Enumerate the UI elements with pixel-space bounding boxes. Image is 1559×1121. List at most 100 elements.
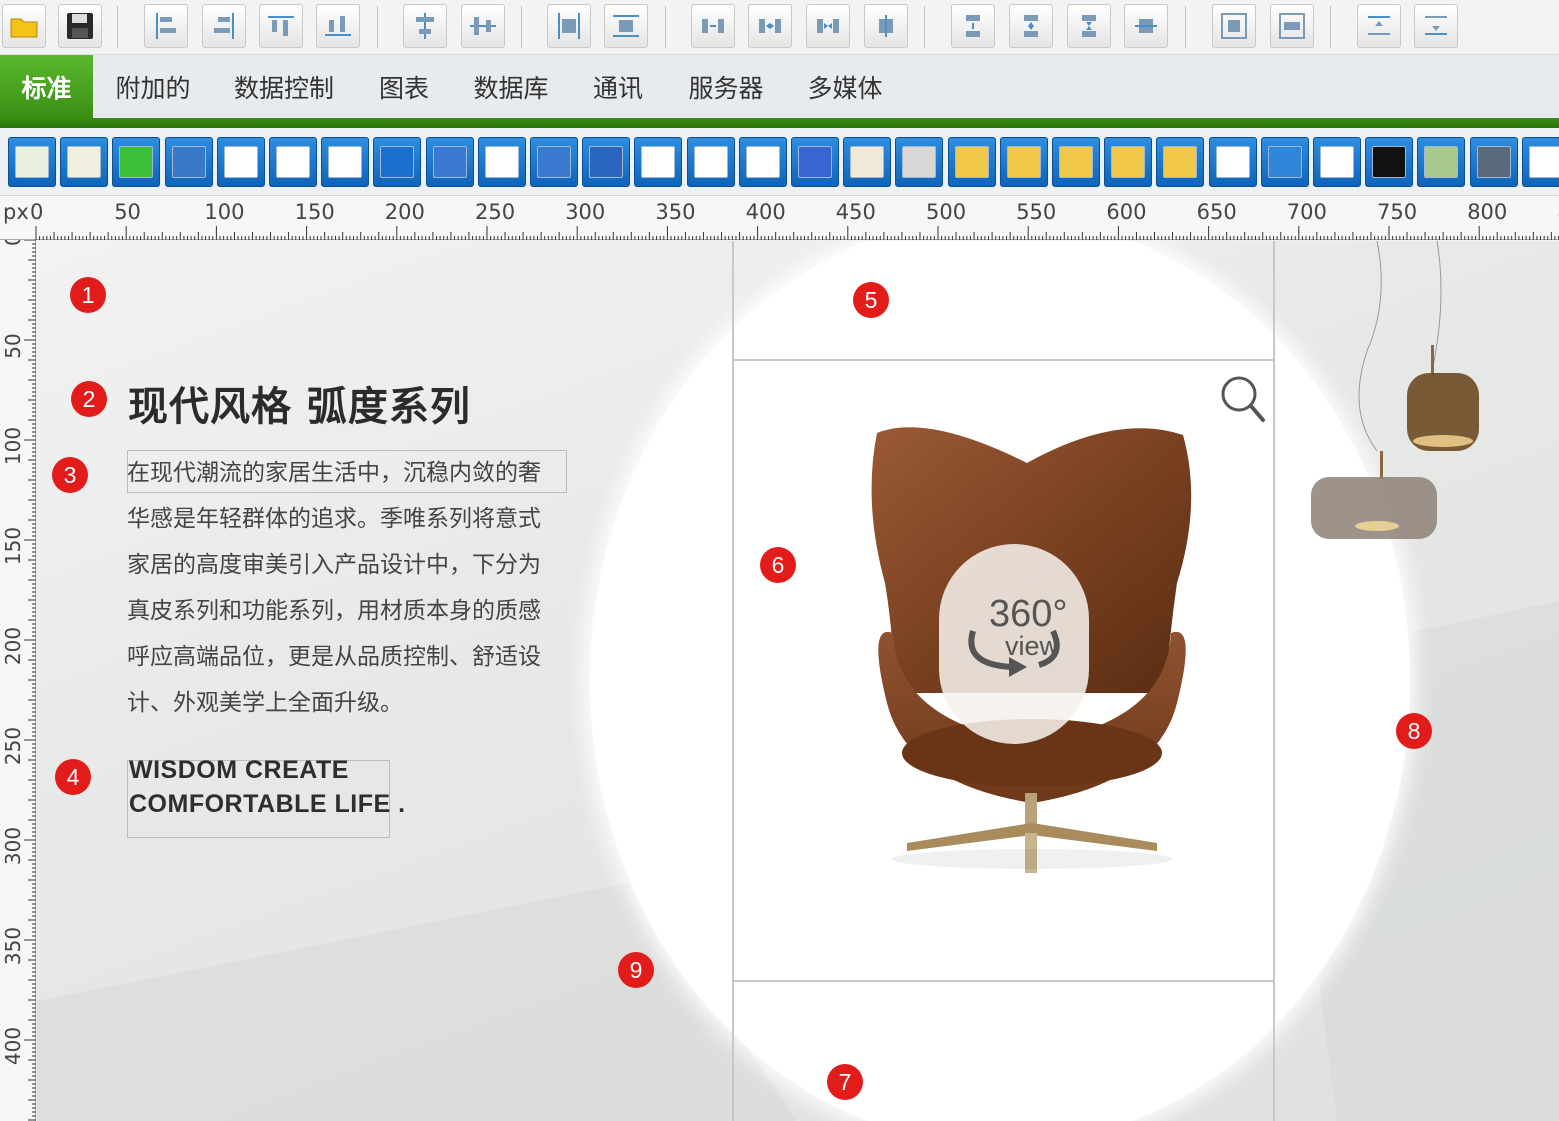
palette-memo-button[interactable] bbox=[634, 137, 683, 187]
center-vertical-button[interactable] bbox=[461, 4, 505, 48]
palette-list-box-button[interactable] bbox=[269, 137, 317, 187]
palette-table-button[interactable] bbox=[1521, 137, 1559, 187]
save-button[interactable] bbox=[58, 4, 102, 48]
align-top-button[interactable] bbox=[259, 4, 303, 48]
open-folder-button[interactable] bbox=[2, 4, 46, 48]
vertical-ruler-ticks: 0 50 100 150 200 250 300 350 400 bbox=[1, 233, 36, 1121]
palette-ok-button-button[interactable] bbox=[60, 137, 109, 187]
space-vertical-equal-button[interactable] bbox=[951, 4, 995, 48]
page-title[interactable]: 现代风格 弧度系列 bbox=[128, 374, 471, 432]
palette-radio-button-button[interactable] bbox=[164, 137, 213, 187]
space-horizontal-increase-button[interactable] bbox=[748, 4, 792, 48]
tab-server[interactable]: 服务器 bbox=[674, 55, 778, 118]
palette-progress-bar-button[interactable] bbox=[112, 137, 161, 187]
space-horizontal-equal-button[interactable] bbox=[691, 4, 735, 48]
camera-icon bbox=[850, 146, 885, 178]
tab-multimedia[interactable]: 多媒体 bbox=[794, 55, 896, 118]
same-height-button[interactable] bbox=[604, 4, 648, 48]
ruler-label: 50 bbox=[1, 333, 25, 358]
tab-standard[interactable]: 标准 bbox=[0, 55, 93, 118]
align-top-icon bbox=[268, 16, 294, 36]
palette-panel-yellow-2-button[interactable] bbox=[999, 137, 1048, 187]
marker-badge: 4 bbox=[55, 759, 91, 795]
palette-bevel-button[interactable] bbox=[1260, 137, 1309, 187]
palette-panel-yellow-3-button[interactable] bbox=[1052, 137, 1100, 187]
tab-communication[interactable]: 通讯 bbox=[578, 55, 658, 118]
vspace-decrease-icon bbox=[1082, 15, 1096, 37]
center-vertical-icon bbox=[470, 17, 496, 35]
vspace-increase-icon bbox=[1024, 15, 1038, 37]
toolbar-separator bbox=[1185, 6, 1186, 48]
center-horizontal-button[interactable] bbox=[403, 4, 447, 48]
palette-checklist-button[interactable] bbox=[8, 137, 56, 187]
space-horizontal-decrease-button[interactable] bbox=[806, 4, 850, 48]
palette-label-button[interactable] bbox=[373, 137, 422, 187]
palette-dropdown-button[interactable] bbox=[477, 137, 526, 187]
design-canvas[interactable]: 现代风格 弧度系列 在现代潮流的家居生活中，沉稳内敛的奢 华感是年轻群体的追求。… bbox=[37, 241, 1559, 1121]
align-bottom-button[interactable] bbox=[316, 4, 360, 48]
palette-image-list-button[interactable] bbox=[1417, 137, 1466, 187]
panel-yellow-5-icon bbox=[1163, 146, 1198, 178]
marker-badge: 5 bbox=[853, 282, 889, 318]
palette-panel-yellow-button[interactable] bbox=[947, 137, 996, 187]
bring-to-front-button[interactable] bbox=[1357, 4, 1401, 48]
ruler-label: 700 bbox=[1286, 200, 1327, 224]
palette-grid-button[interactable] bbox=[686, 137, 735, 187]
horizontal-ruler: px 0 50 100 150 200 250 300 350 400 450 500 550 600 6… bbox=[0, 196, 1559, 240]
space-vertical-increase-button[interactable] bbox=[1009, 4, 1053, 48]
ruler-label: 300 bbox=[565, 200, 606, 224]
panel-yellow-4-icon bbox=[1111, 146, 1146, 178]
grid-icon bbox=[693, 146, 728, 178]
align-right-button[interactable] bbox=[202, 4, 246, 48]
tab-data-controls[interactable]: 数据控制 bbox=[220, 55, 348, 118]
zoom-magnifier-icon[interactable] bbox=[1219, 374, 1267, 426]
palette-string-grid-button[interactable] bbox=[1313, 137, 1361, 187]
combo-list-icon bbox=[328, 146, 363, 178]
tab-control-icon bbox=[745, 146, 780, 178]
ruler-label: 350 bbox=[655, 200, 696, 224]
image-icon bbox=[1476, 146, 1511, 178]
same-width-button[interactable] bbox=[547, 4, 591, 48]
palette-panel-white-button[interactable] bbox=[1208, 137, 1257, 187]
space-decrease-icon bbox=[817, 19, 839, 33]
palette-image-button[interactable] bbox=[1469, 137, 1518, 187]
palette-edit-button[interactable] bbox=[425, 137, 474, 187]
align-right-icon bbox=[214, 13, 234, 39]
ruler-label: 550 bbox=[1016, 200, 1057, 224]
palette-spin-edit-button[interactable] bbox=[530, 137, 578, 187]
ruler-label: 0 bbox=[1, 240, 25, 246]
space-vertical-remove-button[interactable] bbox=[1124, 4, 1168, 48]
space-horizontal-remove-button[interactable] bbox=[864, 4, 908, 48]
ruler-label: 100 bbox=[204, 200, 245, 224]
tab-charts[interactable]: 图表 bbox=[364, 55, 444, 118]
ruler-label: 750 bbox=[1377, 200, 1418, 224]
ruler-unit: px bbox=[3, 200, 29, 224]
center-in-parent-vertical-button[interactable] bbox=[1270, 4, 1314, 48]
palette-tab-control-button[interactable] bbox=[738, 137, 787, 187]
paragraph-line: 呼应高端品位，更是从品质控制、舒适设 bbox=[127, 644, 541, 670]
palette-camera-button[interactable] bbox=[843, 137, 892, 187]
frame-left-edge bbox=[732, 241, 734, 1121]
center-in-parent-horizontal-button[interactable] bbox=[1212, 4, 1256, 48]
description-paragraph[interactable]: 在现代潮流的家居生活中，沉稳内敛的奢 华感是年轻群体的追求。季唯系列将意式 家居… bbox=[127, 450, 567, 726]
palette-shape-button[interactable] bbox=[895, 137, 944, 187]
palette-draw-grid-button[interactable] bbox=[1365, 137, 1414, 187]
send-to-back-button[interactable] bbox=[1414, 4, 1458, 48]
palette-date-picker-button[interactable] bbox=[582, 137, 631, 187]
palette-checkbox-button[interactable] bbox=[216, 137, 265, 187]
palette-combo-list-button[interactable] bbox=[321, 137, 370, 187]
space-equal-icon bbox=[702, 19, 724, 33]
panel-yellow-icon bbox=[954, 146, 989, 178]
palette-panel-list-button[interactable] bbox=[791, 137, 839, 187]
space-vertical-decrease-button[interactable] bbox=[1067, 4, 1111, 48]
palette-panel-yellow-4-button[interactable] bbox=[1104, 137, 1153, 187]
paragraph-line: 华感是年轻群体的追求。季唯系列将意式 bbox=[127, 506, 541, 532]
marker-badge: 3 bbox=[52, 457, 88, 493]
palette-panel-yellow-5-button[interactable] bbox=[1156, 137, 1205, 187]
tab-database[interactable]: 数据库 bbox=[460, 55, 562, 118]
ruler-label: 250 bbox=[475, 200, 516, 224]
checkbox-icon bbox=[223, 146, 258, 178]
align-left-button[interactable] bbox=[144, 4, 188, 48]
tab-additional[interactable]: 附加的 bbox=[100, 55, 206, 118]
panel-yellow-3-icon bbox=[1059, 146, 1093, 178]
